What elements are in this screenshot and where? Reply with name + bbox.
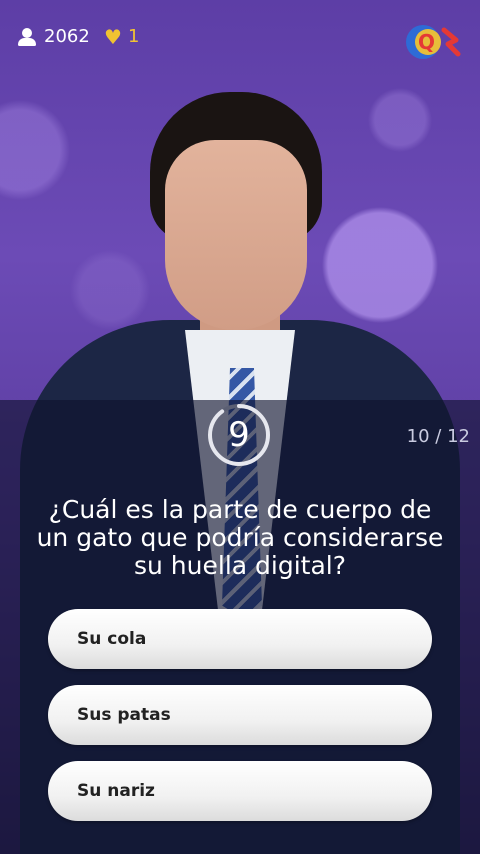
app-logo-icon: Q (406, 25, 461, 59)
countdown-timer: 9 (207, 403, 271, 467)
answer-label: Su cola (77, 629, 147, 649)
lives-count: ♥ 1 (104, 26, 139, 47)
host-face (165, 140, 307, 330)
heart-icon: ♥ (104, 24, 122, 49)
answer-button-3[interactable]: Su nariz (48, 761, 432, 821)
answer-button-1[interactable]: Su cola (48, 609, 432, 669)
viewer-count: 2062 (18, 26, 90, 47)
answer-label: Su nariz (77, 781, 155, 801)
timer-value: 9 (228, 415, 250, 455)
user-icon (18, 27, 36, 46)
answer-label: Sus patas (77, 705, 171, 725)
viewer-count-label: 2062 (44, 26, 90, 47)
logo-letter: Q (418, 30, 435, 54)
question-progress: 10 / 12 (406, 426, 470, 447)
top-bar: 2062 ♥ 1 Q (0, 0, 480, 76)
answer-button-2[interactable]: Sus patas (48, 685, 432, 745)
lives-count-label: 1 (127, 26, 140, 47)
question-text: ¿Cuál es la parte de cuerpo de un gato q… (36, 495, 444, 580)
